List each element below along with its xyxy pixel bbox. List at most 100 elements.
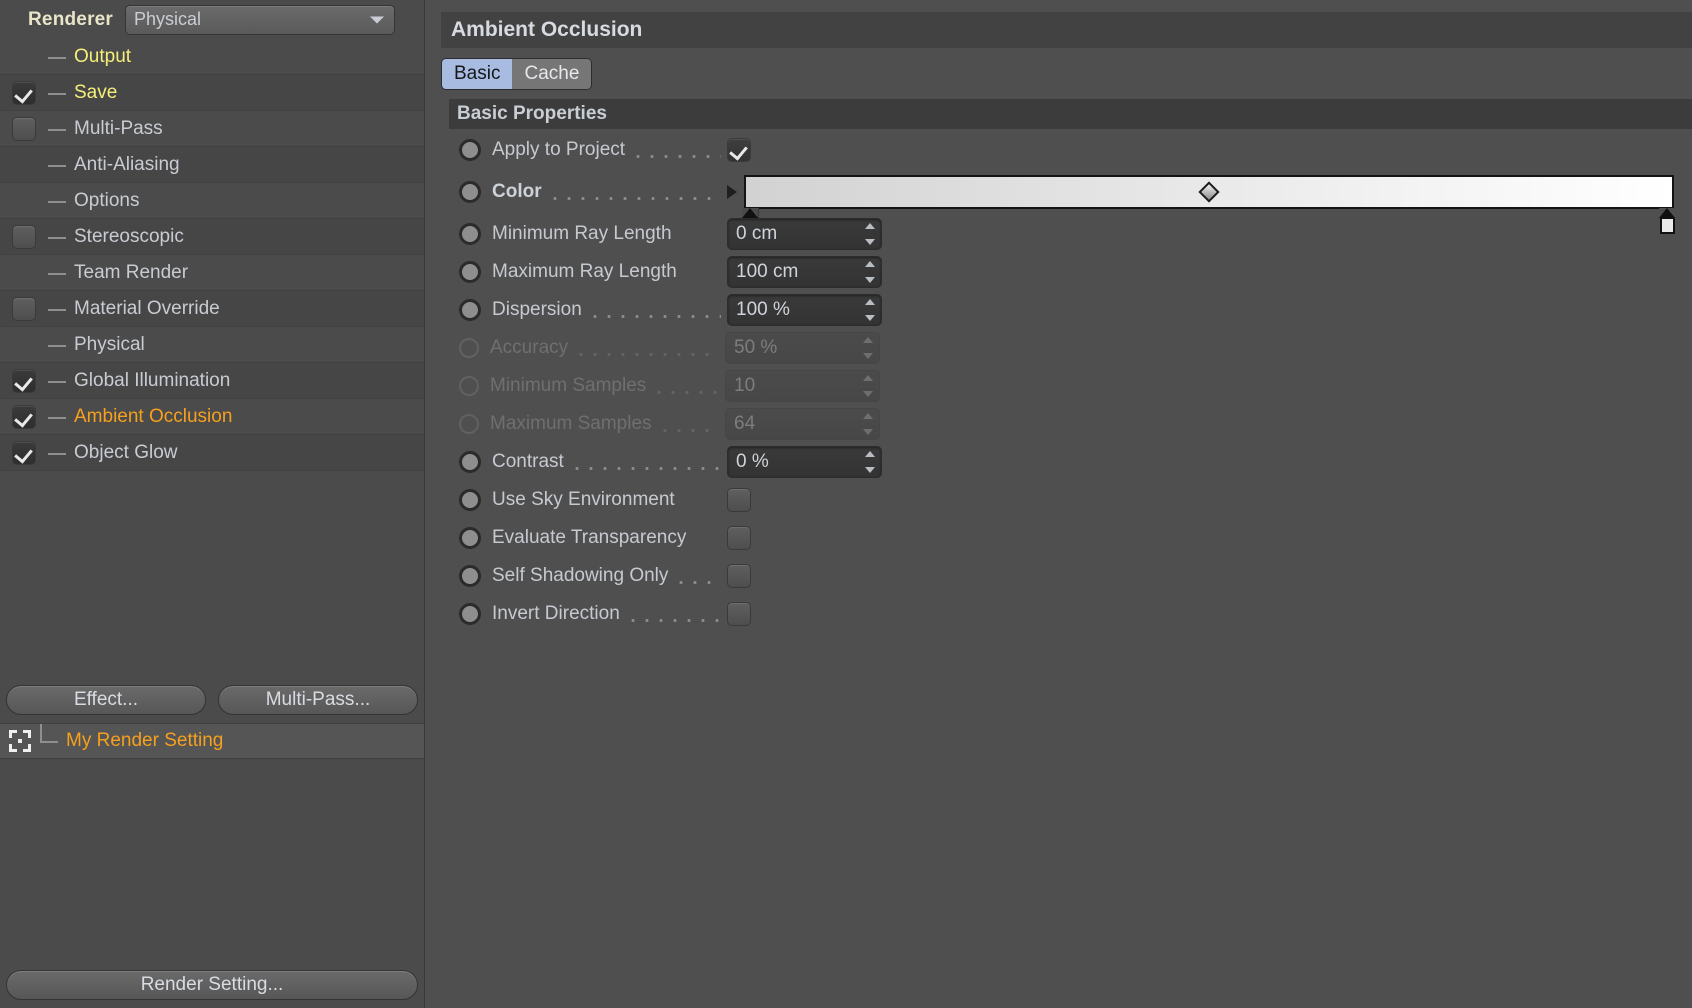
checkbox-self-shadowing-only[interactable]: [727, 564, 751, 588]
spinner-arrows-icon[interactable]: [865, 223, 876, 245]
render-setting-icon-col: [0, 729, 40, 752]
checkbox-apply-to-project[interactable]: [727, 138, 751, 162]
animation-keyframe-icon[interactable]: [459, 451, 481, 473]
tree-item-options[interactable]: Options: [0, 183, 424, 219]
property-label-zone: Self Shadowing Only: [481, 565, 727, 587]
diamond-handle-icon[interactable]: [1198, 181, 1220, 203]
leader-dots: [547, 188, 721, 203]
checkbox-checked-icon[interactable]: [12, 440, 36, 465]
property-label-zone: Dispersion: [481, 299, 727, 321]
property-control-zone: 100 %: [727, 294, 882, 326]
animation-keyframe-icon: [459, 376, 479, 396]
number-input-dispersion[interactable]: 100 %: [727, 294, 882, 326]
tree-item-ambient-occlusion[interactable]: Ambient Occlusion: [0, 399, 424, 435]
property-label-zone: Color: [481, 181, 727, 203]
number-input-value: 0 %: [736, 451, 769, 472]
tree-connector: [48, 255, 74, 290]
property-row-maximum-samples: Maximum Samples 64: [449, 405, 1692, 443]
tree-item-checkbox-cell: [0, 399, 48, 434]
tree-item-label: Physical: [74, 333, 145, 355]
tree-item-multi-pass[interactable]: Multi-Pass: [0, 111, 424, 147]
animation-keyframe-icon[interactable]: [459, 181, 481, 203]
animation-keyframe-icon[interactable]: [459, 527, 481, 549]
checkbox-checked-icon[interactable]: [12, 368, 36, 393]
checkbox-unchecked-icon[interactable]: [12, 296, 36, 321]
checkbox-checked-icon[interactable]: [12, 80, 36, 105]
property-label-accuracy: Accuracy: [490, 337, 569, 358]
spinner-arrows-icon[interactable]: [865, 261, 876, 283]
checkbox-checked-icon[interactable]: [12, 404, 36, 429]
spinner-arrows-icon[interactable]: [865, 451, 876, 473]
property-label-zone: Maximum Samples: [479, 413, 725, 435]
property-label-zone: Evaluate Transparency: [481, 527, 727, 549]
animation-keyframe-icon[interactable]: [459, 299, 481, 321]
property-label-evaluate-transparency: Evaluate Transparency: [492, 527, 687, 548]
property-control-zone: [727, 564, 751, 588]
number-input-maximum-ray-length[interactable]: 100 cm: [727, 256, 882, 288]
tree-item-anti-aliasing[interactable]: Anti-Aliasing: [0, 147, 424, 183]
animation-keyframe-icon[interactable]: [459, 223, 481, 245]
renderer-value: Physical: [134, 9, 202, 29]
animation-keyframe-icon[interactable]: [459, 565, 481, 587]
property-control-zone: 0 %: [727, 446, 882, 478]
renderer-label: Renderer: [28, 8, 114, 30]
tree-item-team-render[interactable]: Team Render: [0, 255, 424, 291]
render-setting-button[interactable]: Render Setting...: [6, 970, 418, 1000]
gradient-bar[interactable]: [744, 175, 1674, 209]
section-header-basic-properties: Basic Properties: [449, 99, 1692, 129]
property-label-zone: Maximum Ray Length: [481, 261, 727, 283]
render-setting-list-item[interactable]: My Render Setting: [0, 722, 424, 759]
checkbox-unchecked-icon[interactable]: [12, 116, 36, 141]
property-row-minimum-ray-length: Minimum Ray Length 0 cm: [449, 215, 1692, 253]
tree-item-label: Ambient Occlusion: [74, 405, 233, 427]
animation-keyframe-icon[interactable]: [459, 489, 481, 511]
checkbox-use-sky-environment[interactable]: [727, 488, 751, 512]
number-input-minimum-samples: 10: [725, 370, 880, 402]
tab-bar: Basic Cache: [441, 58, 1692, 90]
property-label-zone: Accuracy: [479, 337, 725, 359]
property-label-minimum-ray-length: Minimum Ray Length: [492, 223, 672, 244]
tree-item-output[interactable]: Output: [0, 39, 424, 75]
tree-item-object-glow[interactable]: Object Glow: [0, 435, 424, 471]
tree-item-checkbox-cell: [0, 183, 48, 218]
tree-item-global-illumination[interactable]: Global Illumination: [0, 363, 424, 399]
number-input-minimum-ray-length[interactable]: 0 cm: [727, 218, 882, 250]
number-input-value: 64: [734, 413, 756, 434]
property-row-accuracy: Accuracy 50 %: [449, 329, 1692, 367]
spinner-arrows-icon[interactable]: [863, 413, 874, 435]
checkbox-invert-direction[interactable]: [727, 602, 751, 626]
property-label-contrast: Contrast: [492, 451, 564, 472]
tab-cache[interactable]: Cache: [512, 59, 592, 89]
tree-connector: [48, 399, 74, 434]
animation-keyframe-icon[interactable]: [459, 139, 481, 161]
tree-empty-space: [0, 471, 424, 679]
tree-item-physical[interactable]: Physical: [0, 327, 424, 363]
tree-item-save[interactable]: Save: [0, 75, 424, 111]
animation-keyframe-icon[interactable]: [459, 603, 481, 625]
tree-item-label: Global Illumination: [74, 369, 231, 391]
number-input-contrast[interactable]: 0 %: [727, 446, 882, 478]
checkbox-unchecked-icon[interactable]: [12, 224, 36, 249]
tree-connector: [48, 327, 74, 362]
spinner-arrows-icon[interactable]: [865, 299, 876, 321]
color-gradient-control[interactable]: [742, 175, 1676, 234]
tree-item-material-override[interactable]: Material Override: [0, 291, 424, 327]
number-input-value: 0 cm: [736, 223, 778, 244]
multi-pass-button[interactable]: Multi-Pass...: [218, 684, 418, 715]
tree-connector: [48, 219, 74, 254]
tree-item-stereoscopic[interactable]: Stereoscopic: [0, 219, 424, 255]
tab-basic[interactable]: Basic: [442, 59, 513, 89]
property-control-zone: 10: [725, 370, 880, 402]
spinner-arrows-icon[interactable]: [863, 375, 874, 397]
renderer-dropdown[interactable]: Physical: [125, 4, 396, 35]
spinner-arrows-icon[interactable]: [863, 337, 874, 359]
animation-keyframe-icon[interactable]: [459, 261, 481, 283]
checkbox-evaluate-transparency[interactable]: [727, 526, 751, 550]
effect-button[interactable]: Effect...: [6, 684, 206, 715]
property-control-zone: [727, 138, 751, 162]
triangle-right-icon[interactable]: [727, 185, 737, 199]
property-label-invert-direction: Invert Direction: [492, 603, 620, 624]
tree-connector: [40, 723, 66, 758]
leader-dots: [587, 306, 721, 321]
property-control-zone: [727, 602, 751, 626]
